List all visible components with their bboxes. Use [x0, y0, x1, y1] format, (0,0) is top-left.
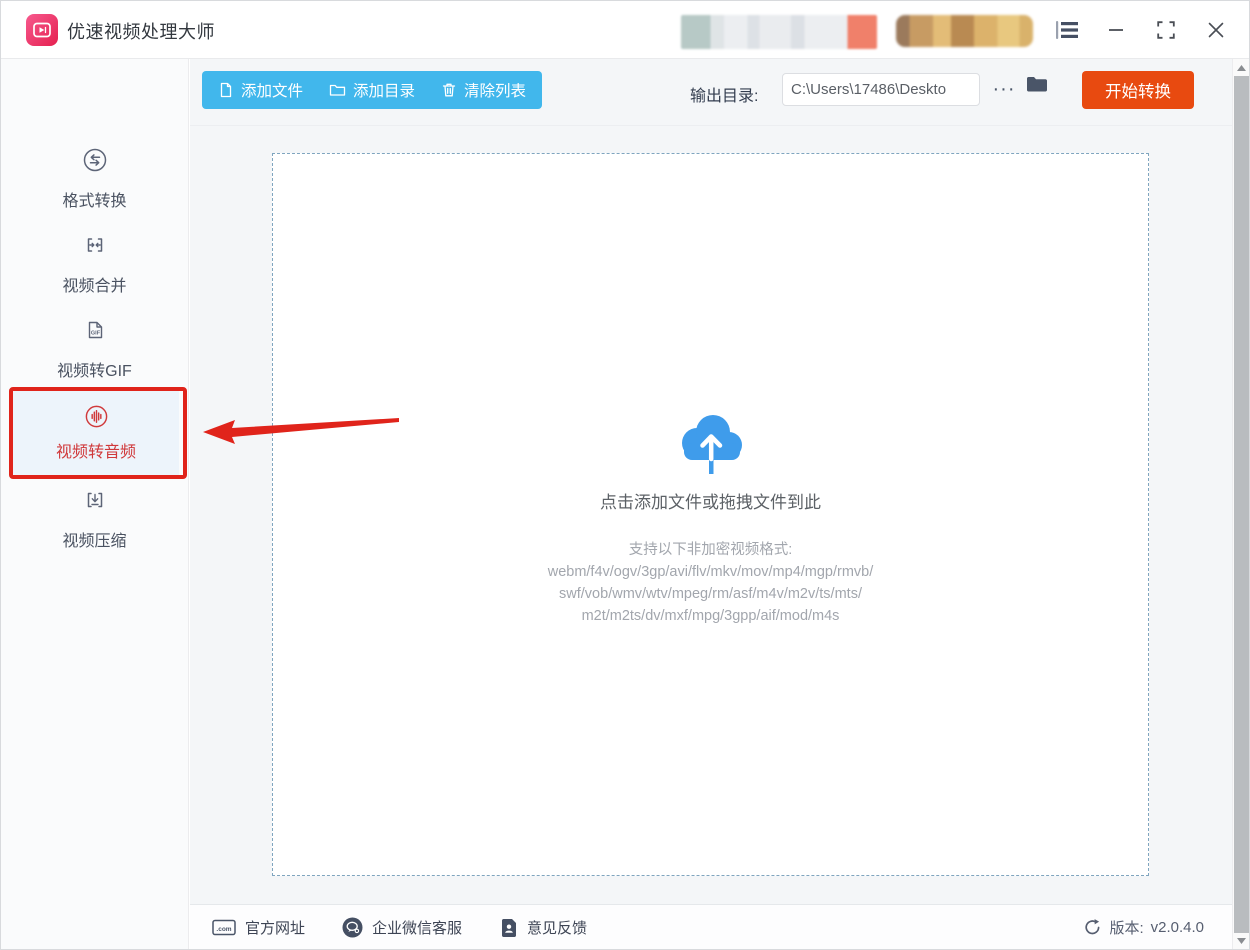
add-folder-label: 添加目录: [353, 83, 416, 100]
file-dropzone[interactable]: 点击添加文件或拖拽文件到此 支持以下非加密视频格式: webm/f4v/ogv/…: [272, 153, 1149, 876]
trash-icon: [442, 83, 456, 97]
open-folder-button[interactable]: [1026, 75, 1048, 98]
close-icon: [1208, 22, 1224, 38]
supported-formats: 支持以下非加密视频格式: webm/f4v/ogv/3gp/avi/flv/mk…: [548, 539, 874, 627]
feedback-link[interactable]: 意见反馈: [500, 905, 587, 950]
clear-list-label: 清除列表: [464, 83, 527, 100]
video-merge-icon: [87, 238, 102, 252]
redacted-vip-area: [896, 15, 1033, 47]
triangle-up-icon: [1236, 64, 1246, 71]
wechat-support-link[interactable]: 企业微信客服: [342, 905, 462, 950]
version-value: v2.0.4.0: [1150, 919, 1204, 936]
formats-title: 支持以下非加密视频格式:: [628, 542, 793, 558]
app-title: 优速视频处理大师: [67, 22, 215, 42]
sidebar-item-label: 视频转GIF: [57, 363, 132, 380]
wechat-support-icon: [342, 917, 363, 938]
minimize-icon: [1109, 29, 1123, 31]
version-info[interactable]: 版本: v2.0.4.0: [1083, 905, 1204, 950]
triangle-down-icon: [1236, 937, 1246, 944]
video-to-audio-icon: [85, 405, 107, 428]
video-compress-icon: [87, 492, 102, 508]
vertical-scrollbar[interactable]: [1232, 59, 1249, 949]
main-area: 添加文件 添加目录 清除列表 输出目录: ···: [190, 59, 1232, 949]
menu-button[interactable]: [1051, 18, 1083, 42]
add-file-button[interactable]: 添加文件: [218, 79, 303, 101]
feedback-icon: [502, 918, 516, 937]
clear-list-button[interactable]: 清除列表: [441, 79, 526, 101]
format-convert-icon: [83, 148, 106, 172]
svg-text:GIF: GIF: [90, 331, 100, 337]
scroll-down-arrow[interactable]: [1233, 932, 1249, 949]
sidebar-item-format-convert[interactable]: 格式转换: [1, 147, 188, 211]
update-refresh-icon: [1085, 919, 1100, 935]
open-folder-icon: [1027, 77, 1047, 92]
add-folder-button[interactable]: 添加目录: [329, 79, 415, 101]
add-file-label: 添加文件: [241, 83, 304, 100]
sidebar-item-video-to-gif[interactable]: GIF 视频转GIF: [1, 317, 188, 381]
feedback-label: 意见反馈: [527, 920, 588, 937]
footer-bar: .com 官方网址 企业微信客服 意见反馈 版本: v2.0.4.0: [190, 904, 1232, 949]
version-label: 版本:: [1109, 920, 1144, 937]
redacted-account-area: [681, 15, 877, 49]
sidebar: 格式转换 视频合并 GIF 视频转GIF 视频转音频 视频压缩: [1, 59, 189, 949]
video-to-gif-icon: GIF: [88, 321, 102, 339]
minimize-button[interactable]: [1103, 22, 1129, 38]
browse-more-button[interactable]: ···: [987, 73, 1021, 106]
file-actions-group: 添加文件 添加目录 清除列表: [202, 71, 543, 109]
output-dir-label: 输出目录:: [690, 88, 759, 105]
formats-line: swf/vob/wmv/wtv/mpeg/rm/asf/m4v/m2v/ts/m…: [559, 586, 862, 602]
file-icon: [220, 82, 232, 98]
close-button[interactable]: [1203, 20, 1229, 40]
app-window: 优速视频处理大师 格式转换 视频合并 GIF 视频转GIF 视频转音频 视频压缩…: [0, 0, 1250, 950]
folder-icon: [329, 84, 346, 96]
app-logo-icon: [26, 14, 58, 46]
official-website-label: 官方网址: [245, 920, 306, 937]
toolbar: 添加文件 添加目录 清除列表 输出目录: ···: [190, 59, 1232, 126]
sidebar-item-video-to-audio[interactable]: 视频转音频: [13, 391, 179, 475]
output-path-input[interactable]: [782, 73, 980, 106]
title-bar: 优速视频处理大师: [1, 1, 1249, 59]
dropzone-hint: 点击添加文件或拖拽文件到此: [600, 493, 821, 512]
sidebar-item-label: 视频转音频: [55, 444, 136, 461]
formats-line: m2t/m2ts/dv/mxf/mpg/3gpp/aif/mod/m4s: [581, 608, 840, 624]
start-convert-button[interactable]: 开始转换: [1082, 71, 1194, 109]
official-website-link[interactable]: .com 官方网址: [212, 905, 305, 950]
sidebar-item-label: 格式转换: [62, 193, 127, 210]
maximize-button[interactable]: [1153, 20, 1179, 40]
formats-line: webm/f4v/ogv/3gp/avi/flv/mkv/mov/mp4/mgp…: [547, 564, 874, 580]
scrollbar-thumb[interactable]: [1234, 76, 1249, 933]
scroll-up-arrow[interactable]: [1233, 59, 1249, 76]
maximize-icon: [1157, 21, 1175, 39]
dot-com-icon: .com: [212, 919, 236, 936]
sidebar-item-video-merge[interactable]: 视频合并: [1, 232, 188, 296]
menu-icon: [1056, 21, 1078, 39]
sidebar-item-label: 视频压缩: [62, 533, 127, 550]
svg-text:.com: .com: [216, 926, 231, 933]
wechat-support-label: 企业微信客服: [372, 920, 463, 937]
sidebar-item-video-compress[interactable]: 视频压缩: [1, 487, 188, 551]
upload-cloud-icon: [681, 415, 742, 474]
sidebar-item-label: 视频合并: [62, 278, 127, 295]
